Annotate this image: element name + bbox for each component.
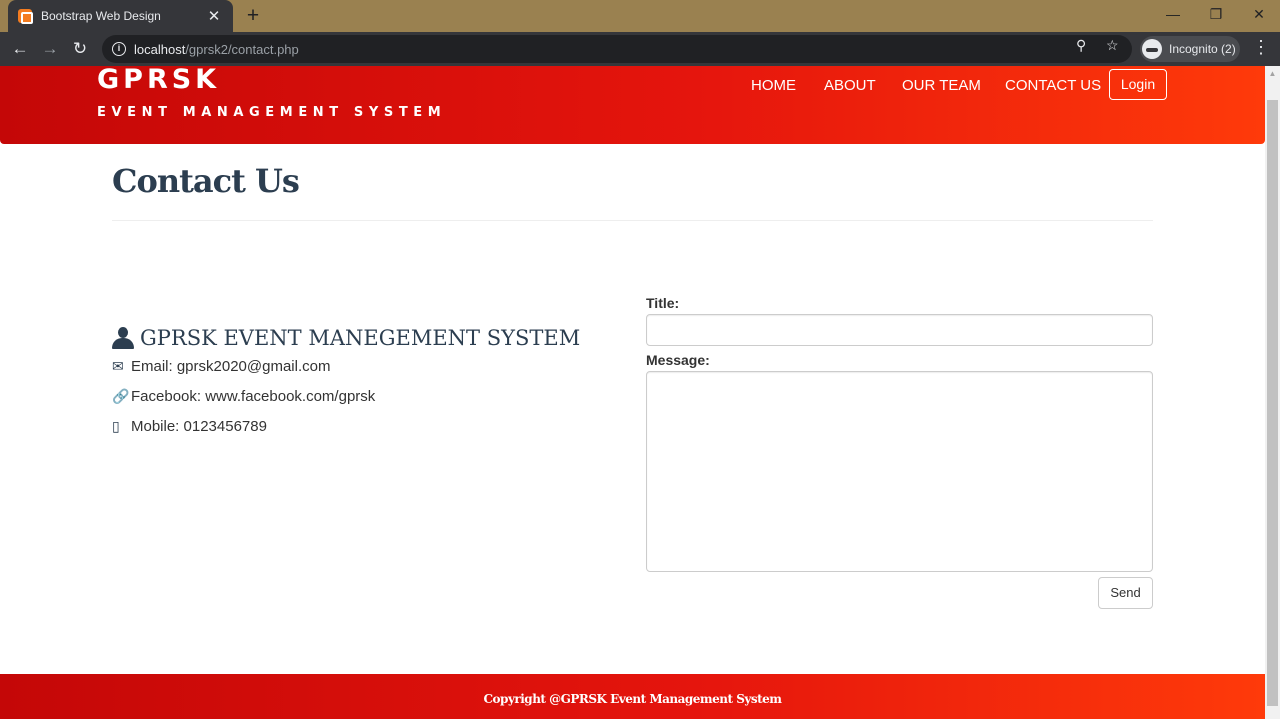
nav-link-our-team[interactable]: OUR TEAM — [902, 77, 981, 94]
browser-tab[interactable]: Bootstrap Web Design ✕ — [8, 0, 233, 32]
browser-toolbar: ← → ↻ i localhost /gprsk2/contact.php ⚲ … — [0, 32, 1280, 66]
contact-email: ✉ Email: gprsk2020@gmail.com — [112, 358, 330, 375]
vertical-scrollbar[interactable]: ▲ — [1265, 66, 1280, 719]
contact-mobile: ▯ Mobile: 0123456789 — [112, 418, 267, 435]
footer: Copyright @GPRSK Event Management System — [0, 674, 1265, 719]
envelope-icon: ✉ — [112, 358, 124, 374]
footer-copyright: Copyright @GPRSK Event Management System — [483, 692, 782, 706]
favicon-icon — [18, 9, 33, 24]
nav-link-home[interactable]: HOME — [751, 77, 796, 94]
message-label: Message: — [646, 352, 710, 368]
email-text: Email: gprsk2020@gmail.com — [131, 358, 331, 375]
nav-link-contact-us[interactable]: CONTACT US — [1005, 77, 1101, 94]
menu-icon[interactable]: ⋮ — [1252, 37, 1270, 58]
nav-link-about[interactable]: ABOUT — [824, 77, 876, 94]
url-path: /gprsk2/contact.php — [185, 41, 299, 57]
close-window-button[interactable]: ✕ — [1237, 0, 1280, 30]
title-label: Title: — [646, 295, 680, 311]
brand-title[interactable]: GPRSK — [97, 66, 220, 95]
url-host: localhost — [134, 41, 186, 57]
address-bar[interactable]: i localhost /gprsk2/contact.php — [102, 35, 1132, 63]
send-button[interactable]: Send — [1098, 577, 1153, 609]
forward-arrow-icon[interactable]: → — [38, 37, 62, 61]
navbar: GPRSK EVENT MANAGEMENT SYSTEM HOME ABOUT… — [0, 66, 1265, 144]
incognito-icon — [1142, 39, 1162, 59]
back-arrow-icon[interactable]: ← — [8, 37, 32, 61]
facebook-text: Facebook: www.facebook.com/gprsk — [131, 388, 376, 405]
incognito-label: Incognito (2) — [1169, 42, 1236, 56]
restore-button[interactable]: ❐ — [1194, 0, 1238, 30]
scrollbar-thumb[interactable] — [1267, 100, 1278, 706]
browser-tab-strip: Bootstrap Web Design ✕ + — ❐ ✕ — [0, 0, 1280, 32]
message-textarea[interactable] — [646, 371, 1153, 572]
page-viewport: GPRSK EVENT MANAGEMENT SYSTEM HOME ABOUT… — [0, 66, 1265, 719]
login-button[interactable]: Login — [1109, 69, 1167, 100]
company-heading: GPRSK EVENT MANEGEMENT SYSTEM — [112, 326, 580, 350]
star-icon[interactable]: ☆ — [1106, 37, 1119, 54]
new-tab-button[interactable]: + — [243, 4, 263, 28]
minimize-button[interactable]: — — [1151, 0, 1195, 30]
reload-icon[interactable]: ↻ — [68, 37, 92, 61]
info-icon[interactable]: i — [112, 42, 126, 56]
user-icon — [112, 327, 134, 349]
title-input[interactable] — [646, 314, 1153, 346]
key-icon[interactable]: ⚲ — [1076, 37, 1086, 54]
link-icon: 🔗 — [112, 388, 130, 404]
brand-subtitle: EVENT MANAGEMENT SYSTEM — [97, 105, 447, 120]
scroll-up-arrow-icon[interactable]: ▲ — [1265, 66, 1280, 82]
mobile-text: Mobile: 0123456789 — [131, 418, 267, 435]
incognito-indicator[interactable]: Incognito (2) — [1140, 36, 1240, 62]
company-name: GPRSK EVENT MANEGEMENT SYSTEM — [140, 326, 581, 350]
tab-close-icon[interactable]: ✕ — [205, 7, 223, 25]
tab-title: Bootstrap Web Design — [41, 9, 161, 23]
page-title: Contact Us — [112, 162, 300, 200]
title-divider — [112, 220, 1153, 221]
contact-facebook: 🔗 Facebook: www.facebook.com/gprsk — [112, 388, 375, 405]
phone-icon: ▯ — [112, 418, 120, 434]
